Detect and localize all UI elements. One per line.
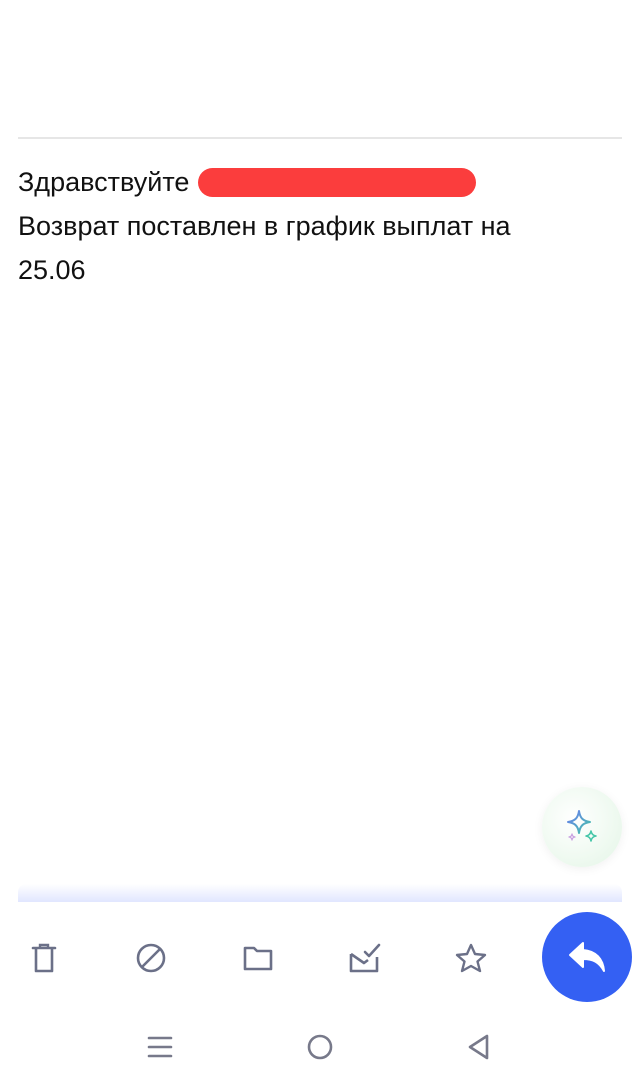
- spam-button[interactable]: [131, 938, 171, 978]
- mark-read-icon: [349, 943, 381, 973]
- mark-read-button[interactable]: [345, 938, 385, 978]
- header-divider: [18, 137, 622, 139]
- toolbar-shadow: [18, 884, 622, 902]
- back-button[interactable]: [459, 1030, 499, 1064]
- home-icon: [307, 1034, 333, 1060]
- sparkle-icon: [567, 810, 597, 842]
- favorite-button[interactable]: [451, 938, 491, 978]
- message-body: Здравствуйте Возврат поставлен в график …: [18, 160, 622, 292]
- star-icon: [455, 943, 487, 973]
- move-to-folder-button[interactable]: [238, 938, 278, 978]
- message-line-2: Возврат поставлен в график выплат на: [18, 211, 511, 241]
- ai-assistant-button[interactable]: [542, 787, 622, 867]
- recent-apps-button[interactable]: [140, 1030, 180, 1064]
- action-toolbar: [0, 902, 640, 1012]
- back-icon: [468, 1034, 489, 1060]
- system-navigation-bar: [0, 1012, 640, 1081]
- redacted-name: [198, 168, 476, 197]
- trash-icon: [31, 943, 57, 973]
- delete-button[interactable]: [24, 938, 64, 978]
- greeting-text: Здравствуйте: [18, 167, 190, 197]
- block-icon: [136, 943, 166, 973]
- folder-icon: [243, 946, 273, 971]
- recent-apps-icon: [147, 1036, 173, 1058]
- reply-icon: [569, 942, 605, 972]
- message-line-3: 25.06: [18, 255, 86, 285]
- home-button[interactable]: [300, 1030, 340, 1064]
- reply-button[interactable]: [542, 912, 632, 1002]
- email-screen: Здравствуйте Возврат поставлен в график …: [0, 0, 640, 1081]
- greeting-line: Здравствуйте: [18, 160, 622, 204]
